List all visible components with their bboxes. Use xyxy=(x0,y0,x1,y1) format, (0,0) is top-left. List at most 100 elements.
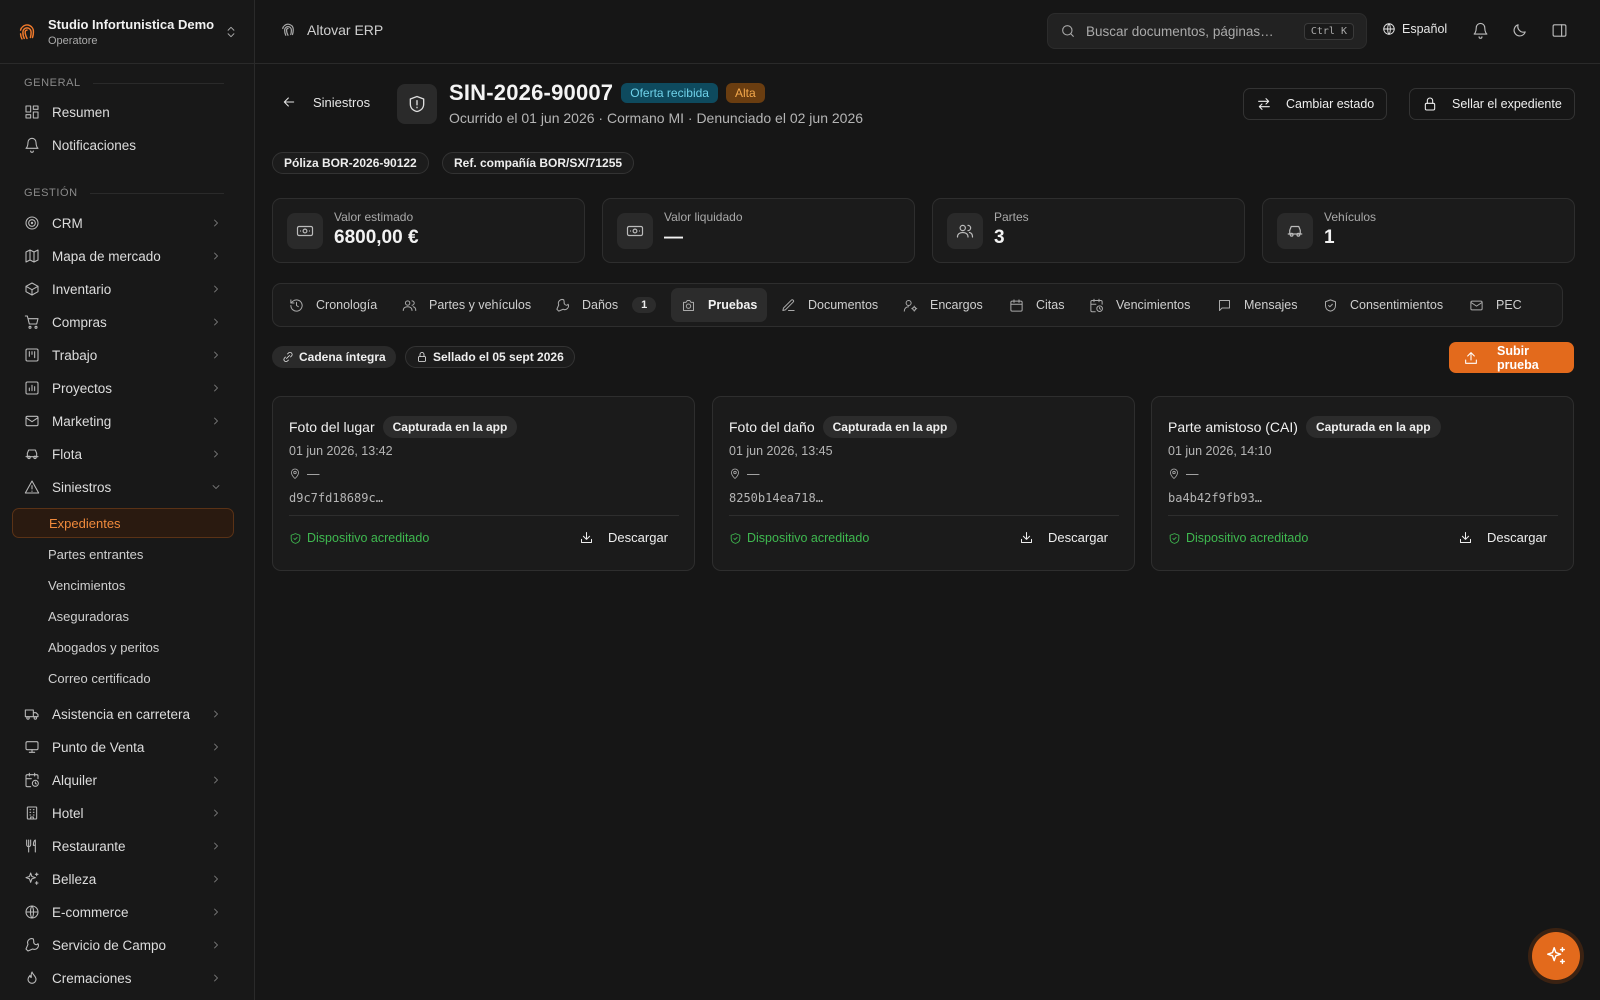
sidebar-item-flota[interactable]: Flota xyxy=(12,439,234,469)
tab-mensajes[interactable]: Mensajes xyxy=(1207,288,1308,322)
evidence-card: Parte amistoso (CAI) Capturada en la app … xyxy=(1151,396,1574,571)
priority-badge: Alta xyxy=(725,83,765,103)
search-placeholder: Buscar documentos, páginas… xyxy=(1086,23,1274,39)
back-button[interactable]: Siniestros xyxy=(281,94,370,110)
sidebar-item-belleza[interactable]: Belleza xyxy=(12,864,234,894)
section-label-gestion: GESTIÓN xyxy=(24,187,224,199)
sidebar-item-asistencia-carretera[interactable]: Asistencia en carretera xyxy=(12,699,234,729)
sidebar-item-trabajo[interactable]: Trabajo xyxy=(12,340,234,370)
upload-icon xyxy=(1463,350,1497,366)
tab-cronologia[interactable]: Cronología xyxy=(279,288,387,322)
sidebar-item-marketing[interactable]: Marketing xyxy=(12,406,234,436)
org-switcher[interactable]: Studio Infortunistica Demo Operatore xyxy=(0,0,254,64)
org-name: Studio Infortunistica Demo xyxy=(48,16,215,32)
chevron-right-icon xyxy=(210,448,222,460)
moon-icon[interactable] xyxy=(1511,22,1528,39)
tab-consentimientos[interactable]: Consentimientos xyxy=(1313,288,1453,322)
stat-value: 6800,00 € xyxy=(334,227,419,248)
chevron-right-icon xyxy=(210,349,222,361)
download-button[interactable]: Descargar xyxy=(1458,530,1547,545)
sidebar-item-punto-de-venta[interactable]: Punto de Venta xyxy=(12,732,234,762)
camera-icon xyxy=(681,298,708,313)
sidebar-item-label: Alquiler xyxy=(52,772,98,788)
sidebar-item-notificaciones[interactable]: Notificaciones xyxy=(12,130,234,160)
tab-label: Encargos xyxy=(930,298,983,312)
sidebar-item-hotel[interactable]: Hotel xyxy=(12,798,234,828)
sidebar-item-crm[interactable]: CRM xyxy=(12,208,234,238)
tab-citas[interactable]: Citas xyxy=(999,288,1074,322)
sidebar-item-label: Flota xyxy=(52,446,83,462)
tab-label: Partes y vehículos xyxy=(429,298,532,312)
tab-pruebas[interactable]: Pruebas xyxy=(671,288,768,322)
tab-label: Cronología xyxy=(316,298,378,312)
brand-name: Altovar ERP xyxy=(307,22,384,38)
sidebar-item-label: Inventario xyxy=(52,281,112,297)
sidebar-subitem-expedientes[interactable]: Expedientes xyxy=(12,508,234,538)
chevron-down-icon xyxy=(210,481,222,493)
sidebar-item-compras[interactable]: Compras xyxy=(12,307,234,337)
change-status-button[interactable]: Cambiar estado xyxy=(1243,88,1388,120)
stat-label: Partes xyxy=(994,210,1029,224)
sidebar-item-siniestros[interactable]: Siniestros xyxy=(12,472,234,502)
bell-icon[interactable] xyxy=(1472,22,1489,39)
mail-icon xyxy=(24,413,40,429)
language-selector[interactable]: Español xyxy=(1382,22,1447,36)
history-icon xyxy=(289,298,316,313)
tab-partes-vehiculos[interactable]: Partes y vehículos xyxy=(392,288,541,322)
sidebar-subitem-correo-certificado[interactable]: Correo certificado xyxy=(12,663,234,693)
policy-pill: Póliza BOR-2026-90122 xyxy=(272,152,429,174)
map-icon xyxy=(24,248,40,264)
sidebar-item-proyectos[interactable]: Proyectos xyxy=(12,373,234,403)
tab-pec[interactable]: PEC xyxy=(1459,288,1532,322)
sidebar-item-cremaciones[interactable]: Cremaciones xyxy=(12,963,234,993)
chevron-right-icon xyxy=(210,283,222,295)
download-button[interactable]: Descargar xyxy=(579,530,668,545)
evidence-card: Foto del daño Capturada en la app 01 jun … xyxy=(712,396,1135,571)
download-button[interactable]: Descargar xyxy=(1019,530,1108,545)
map-pin-icon xyxy=(1168,468,1186,480)
sidebar-item-resumen[interactable]: Resumen xyxy=(12,97,234,127)
evidence-title: Foto del lugar xyxy=(289,419,375,435)
sidebar-subitem-vencimientos[interactable]: Vencimientos xyxy=(12,570,234,600)
sidebar-item-servicio-de-campo[interactable]: Servicio de Campo xyxy=(12,930,234,960)
sparkles-icon xyxy=(24,871,40,887)
sidebar-subitem-partes-entrantes[interactable]: Partes entrantes xyxy=(12,539,234,569)
stat-value: 3 xyxy=(994,227,1005,248)
ai-assistant-button[interactable] xyxy=(1532,932,1580,980)
sidebar-subitem-aseguradoras[interactable]: Aseguradoras xyxy=(12,601,234,631)
sidebar-item-alquiler[interactable]: Alquiler xyxy=(12,765,234,795)
message-icon xyxy=(1217,298,1244,313)
sidebar-item-mapa-de-mercado[interactable]: Mapa de mercado xyxy=(12,241,234,271)
evidence-date: 01 jun 2026, 13:45 xyxy=(729,444,833,458)
evidence-date: 01 jun 2026, 13:42 xyxy=(289,444,393,458)
sidebar-item-inventario[interactable]: Inventario xyxy=(12,274,234,304)
stat-label: Valor estimado xyxy=(334,210,414,224)
chevron-right-icon xyxy=(210,807,222,819)
stat-value: 1 xyxy=(1324,227,1335,248)
tab-documentos[interactable]: Documentos xyxy=(771,288,888,322)
search-icon xyxy=(1060,23,1086,39)
stat-card-partes: Partes 3 xyxy=(932,198,1245,263)
sidebar-item-label: Hotel xyxy=(52,805,84,821)
sidebar-toggle-icon[interactable] xyxy=(1551,22,1568,39)
upload-evidence-button[interactable]: Subir prueba xyxy=(1449,342,1574,373)
edit-icon xyxy=(781,298,808,313)
change-status-label: Cambiar estado xyxy=(1286,97,1375,111)
sidebar-item-restaurante[interactable]: Restaurante xyxy=(12,831,234,861)
sidebar-item-label: Cremaciones xyxy=(52,970,132,986)
sidebar-item-ecommerce[interactable]: E-commerce xyxy=(12,897,234,927)
seal-case-button[interactable]: Sellar el expediente xyxy=(1409,88,1575,120)
banknote-icon xyxy=(617,213,653,249)
tab-danos[interactable]: Daños 1 xyxy=(545,288,666,322)
evidence-location: — xyxy=(307,467,320,481)
sidebar-item-label: Asistencia en carretera xyxy=(52,706,191,722)
tab-encargos[interactable]: Encargos xyxy=(893,288,993,322)
fingerprint-logo-icon xyxy=(16,21,38,43)
search-input[interactable]: Buscar documentos, páginas… Ctrl K xyxy=(1047,13,1367,49)
link-icon xyxy=(282,351,299,363)
sidebar-subitem-abogados-peritos[interactable]: Abogados y peritos xyxy=(12,632,234,662)
tab-vencimientos[interactable]: Vencimientos xyxy=(1079,288,1200,322)
sidebar-item-label: Resumen xyxy=(52,104,110,120)
box-icon xyxy=(24,281,40,297)
building-icon xyxy=(24,805,40,821)
